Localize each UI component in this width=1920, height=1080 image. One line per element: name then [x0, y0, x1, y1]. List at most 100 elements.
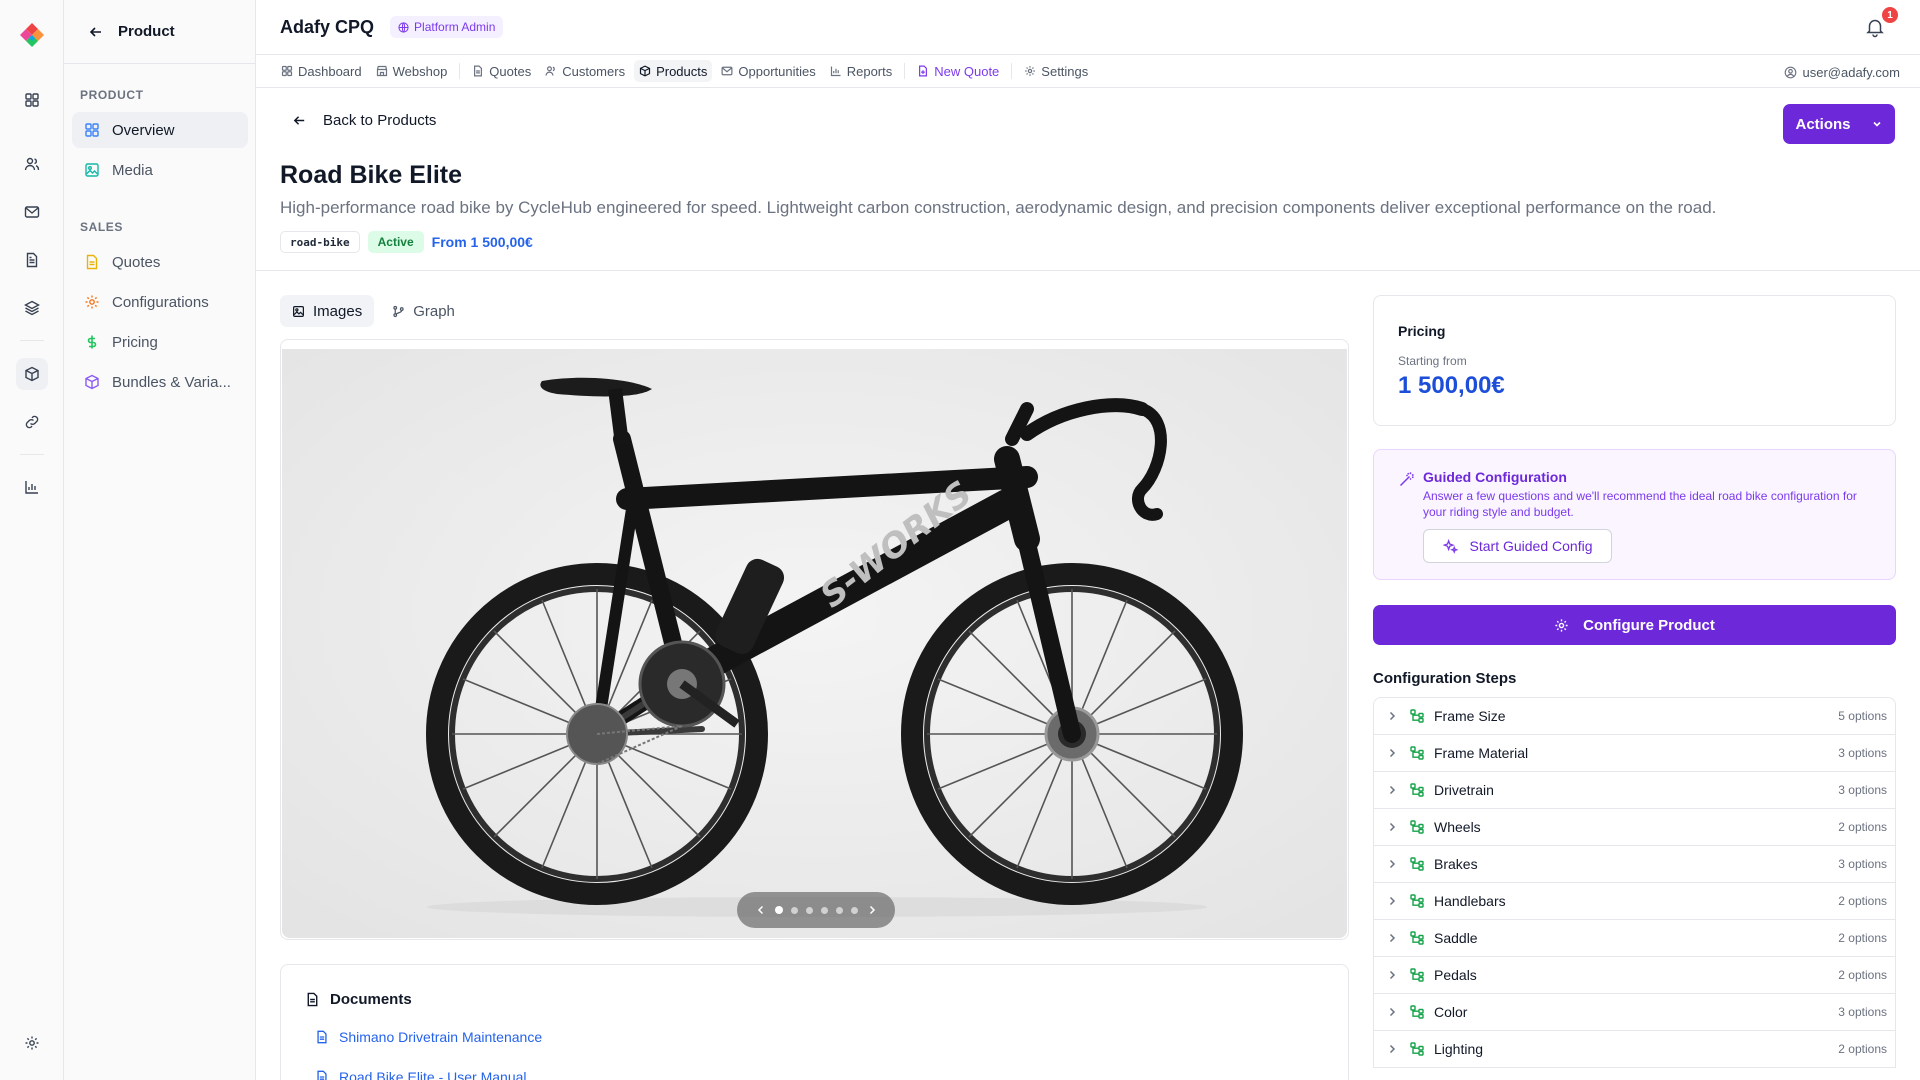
- tree-icon: [1410, 1005, 1424, 1019]
- configuration-steps-title: Configuration Steps: [1373, 670, 1517, 687]
- pricing-card: Pricing Starting from 1 500,00€: [1373, 295, 1896, 426]
- nav-settings[interactable]: Settings: [1019, 60, 1093, 82]
- config-step-row[interactable]: Frame Material 3 options: [1374, 735, 1895, 772]
- document-link[interactable]: Shimano Drivetrain Maintenance: [315, 1029, 542, 1045]
- carousel-dot[interactable]: [835, 906, 843, 914]
- config-step-row[interactable]: Frame Size 5 options: [1374, 698, 1895, 735]
- chevron-left-icon[interactable]: [755, 904, 767, 916]
- config-step-row[interactable]: Pedals 2 options: [1374, 957, 1895, 994]
- step-count: 3 options: [1838, 746, 1887, 760]
- sidebar-item-media[interactable]: Media: [72, 152, 248, 188]
- document-icon: [317, 1030, 327, 1044]
- rail-mail-icon[interactable]: [16, 196, 48, 228]
- chevron-right-icon[interactable]: [1386, 932, 1400, 944]
- rail-settings-icon[interactable]: [16, 1027, 48, 1059]
- nav-label: Quotes: [489, 63, 532, 79]
- rail-package-icon[interactable]: [16, 358, 48, 390]
- back-to-products-link[interactable]: Back to Products: [292, 112, 436, 129]
- guided-button-label: Start Guided Config: [1469, 538, 1593, 554]
- chevron-right-icon[interactable]: [1386, 858, 1400, 870]
- user-menu[interactable]: user@adafy.com: [1784, 61, 1900, 83]
- nav-label: Customers: [562, 63, 626, 79]
- documents-heading: Documents: [305, 991, 412, 1008]
- chevron-right-icon[interactable]: [1386, 821, 1400, 833]
- config-step-row[interactable]: Drivetrain 3 options: [1374, 772, 1895, 809]
- rail-chart-icon[interactable]: [16, 471, 48, 503]
- carousel-dot[interactable]: [805, 906, 813, 914]
- rail-layers-icon[interactable]: [16, 292, 48, 324]
- document-link[interactable]: Road Bike Elite - User Manual: [315, 1069, 527, 1080]
- rail-dashboard-icon[interactable]: [16, 84, 48, 116]
- config-step-row[interactable]: Color 3 options: [1374, 994, 1895, 1031]
- nav-divider: [459, 63, 461, 79]
- pricing-sub: Starting from: [1398, 354, 1467, 368]
- nav-new-quote[interactable]: New Quote: [912, 60, 1004, 82]
- image-panel: S-WORKS: [280, 339, 1349, 940]
- rail-divider: [20, 340, 44, 341]
- app-logo-icon[interactable]: [19, 22, 45, 48]
- from-price: From 1 500,00€: [431, 234, 533, 250]
- product-description: High-performance road bike by CycleHub e…: [280, 198, 1717, 217]
- chevron-right-icon[interactable]: [866, 904, 878, 916]
- product-sidebar: Product PRODUCT Overview Media SALES Quo…: [64, 0, 256, 1080]
- nav-opportunities[interactable]: Opportunities: [716, 60, 820, 82]
- carousel-dot[interactable]: [790, 906, 798, 914]
- tab-graph[interactable]: Graph: [380, 295, 467, 327]
- carousel-dot[interactable]: [850, 906, 858, 914]
- start-guided-config-button[interactable]: Start Guided Config: [1423, 529, 1612, 563]
- documents-title: Documents: [330, 991, 412, 1008]
- back-label: Back to Products: [323, 112, 437, 129]
- chevron-right-icon[interactable]: [1386, 784, 1400, 796]
- nav-reports[interactable]: Reports: [825, 60, 898, 82]
- chevron-right-icon[interactable]: [1386, 969, 1400, 981]
- config-step-row[interactable]: Brakes 3 options: [1374, 846, 1895, 883]
- config-step-row[interactable]: Handlebars 2 options: [1374, 883, 1895, 920]
- magic-wand-icon: [1399, 472, 1414, 487]
- guided-title: Guided Configuration: [1423, 469, 1567, 485]
- actions-button[interactable]: Actions: [1783, 104, 1895, 144]
- configure-product-button[interactable]: Configure Product: [1373, 605, 1896, 645]
- config-step-row[interactable]: Wheels 2 options: [1374, 809, 1895, 846]
- chevron-right-icon[interactable]: [1386, 1043, 1400, 1055]
- nav-divider: [1011, 63, 1013, 79]
- sidebar-item-overview[interactable]: Overview: [72, 112, 248, 148]
- chevron-right-icon[interactable]: [1386, 710, 1400, 722]
- sidebar-item-pricing[interactable]: Pricing: [72, 324, 248, 360]
- arrow-left-icon: [293, 116, 305, 125]
- nav-quotes[interactable]: Quotes: [467, 60, 536, 82]
- chevron-right-icon[interactable]: [1386, 895, 1400, 907]
- step-count: 2 options: [1838, 1042, 1887, 1056]
- documents-panel: Documents Shimano Drivetrain Maintenance…: [280, 964, 1349, 1080]
- step-count: 2 options: [1838, 820, 1887, 834]
- top-bar: Adafy CPQ Platform Admin 1: [256, 0, 1920, 55]
- sidebar-header: Product: [64, 0, 255, 64]
- sidebar-item-quotes[interactable]: Quotes: [72, 244, 248, 280]
- rail-users-icon[interactable]: [16, 148, 48, 180]
- nav-webshop[interactable]: Webshop: [371, 60, 453, 82]
- rail-document-icon[interactable]: [16, 244, 48, 276]
- sidebar-item-configurations[interactable]: Configurations: [72, 284, 248, 320]
- tab-images[interactable]: Images: [280, 295, 375, 327]
- chevron-right-icon[interactable]: [1386, 747, 1400, 759]
- carousel-dot[interactable]: [820, 906, 828, 914]
- rail-link-icon[interactable]: [16, 406, 48, 438]
- config-step-row[interactable]: Lighting 2 options: [1374, 1031, 1895, 1068]
- chevron-right-icon[interactable]: [1386, 1006, 1400, 1018]
- carousel-dot[interactable]: [774, 906, 783, 914]
- git-branch-icon: [393, 305, 404, 317]
- step-count: 3 options: [1838, 1005, 1887, 1019]
- chevron-down-icon: [1872, 121, 1881, 127]
- configure-label: Configure Product: [1583, 616, 1715, 634]
- nav-customers[interactable]: Customers: [540, 60, 630, 82]
- back-arrow-icon[interactable]: [88, 24, 104, 40]
- config-step-row[interactable]: Saddle 2 options: [1374, 920, 1895, 957]
- sidebar-item-bundles[interactable]: Bundles & Varia...: [72, 364, 248, 400]
- file-plus-icon: [919, 65, 928, 77]
- nav-products[interactable]: Products: [634, 60, 713, 82]
- nav-dashboard[interactable]: Dashboard: [276, 60, 367, 82]
- nav-label: New Quote: [934, 63, 1000, 79]
- header-divider: [256, 270, 1920, 271]
- notification-badge: 1: [1882, 7, 1898, 23]
- document-icon: [307, 992, 318, 1007]
- platform-admin-badge: Platform Admin: [390, 16, 504, 38]
